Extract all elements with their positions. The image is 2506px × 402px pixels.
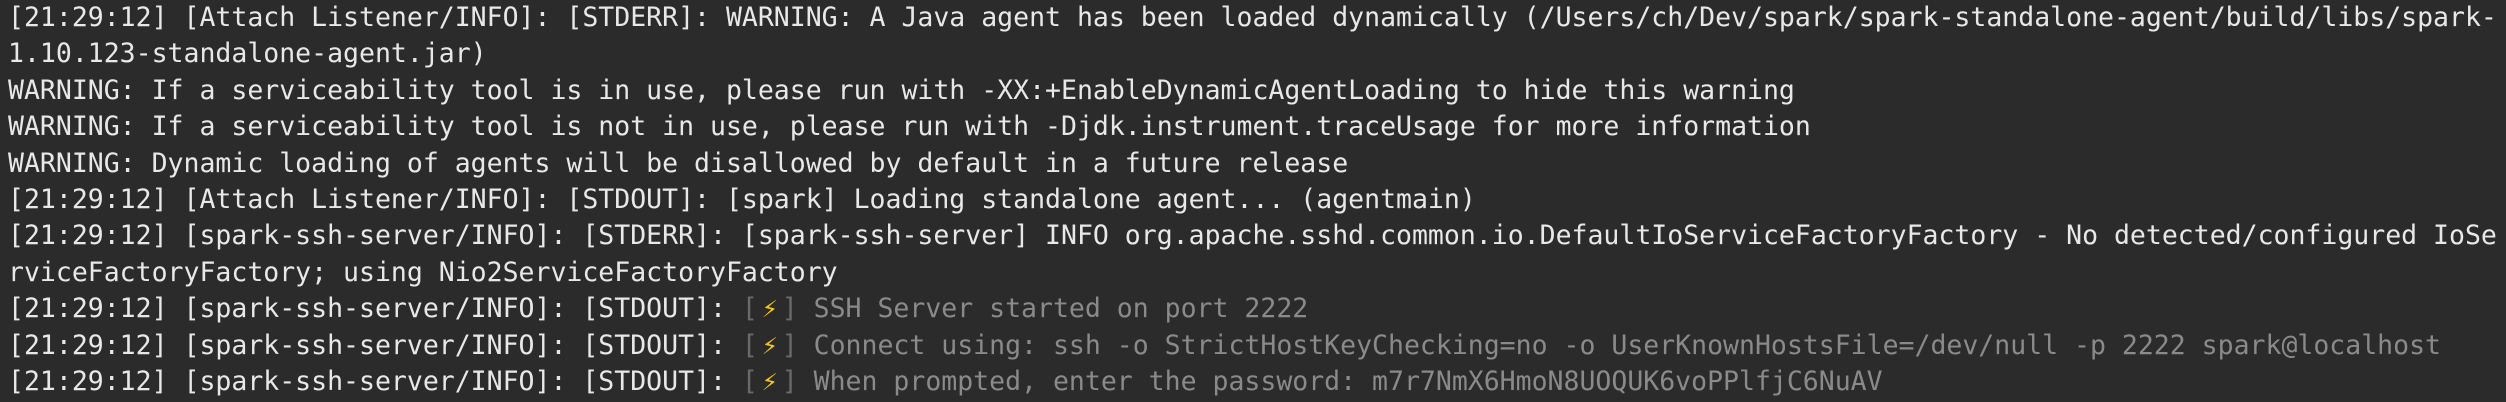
log-line: WARNING: If a serviceability tool is in …: [8, 74, 1795, 106]
lightning-bolt-icon: ⚡: [761, 329, 778, 361]
spark-message: Connect using: ssh -o StrictHostKeyCheck…: [797, 329, 2441, 361]
log-prefix: [21:29:12] [spark-ssh-server/INFO]: [STD…: [8, 365, 742, 397]
spark-bracket-close: ]: [781, 365, 798, 397]
log-prefix: [21:29:12] [spark-ssh-server/INFO]: [STD…: [8, 329, 742, 361]
log-prefix: [21:29:12] [spark-ssh-server/INFO]: [STD…: [8, 293, 742, 325]
log-line: [21:29:12] [Attach Listener/INFO]: [STDO…: [8, 183, 1476, 215]
spark-message: SSH Server started on port 2222: [797, 293, 1309, 325]
spark-message: When prompted, enter the password: m7r7N…: [797, 365, 1883, 397]
terminal-output[interactable]: [21:29:12] [Attach Listener/INFO]: [STDE…: [0, 0, 2506, 402]
spark-bracket-open: [: [741, 329, 758, 361]
log-line-spark: [21:29:12] [spark-ssh-server/INFO]: [STD…: [8, 291, 2506, 327]
spark-bracket-open: [: [741, 365, 758, 397]
spark-bracket-open: [: [741, 293, 758, 325]
log-line-spark: [21:29:12] [spark-ssh-server/INFO]: [STD…: [8, 364, 2506, 400]
log-line: [21:29:12] [Attach Listener/INFO]: [STDE…: [8, 2, 2497, 33]
log-line: rviceFactoryFactory; using Nio2ServiceFa…: [8, 256, 838, 288]
log-line: [21:29:12] [spark-ssh-server/INFO]: [STD…: [8, 220, 2497, 252]
log-line: WARNING: If a serviceability tool is not…: [8, 111, 1811, 143]
lightning-bolt-icon: ⚡: [761, 365, 778, 397]
log-line-spark: [21:29:12] [spark-ssh-server/INFO]: [STD…: [8, 328, 2506, 364]
log-line: WARNING: Dynamic loading of agents will …: [8, 147, 1349, 179]
spark-bracket-close: ]: [781, 329, 798, 361]
log-line: 1.10.123-standalone-agent.jar): [8, 38, 487, 70]
spark-bracket-close: ]: [781, 293, 798, 325]
lightning-bolt-icon: ⚡: [761, 293, 778, 325]
